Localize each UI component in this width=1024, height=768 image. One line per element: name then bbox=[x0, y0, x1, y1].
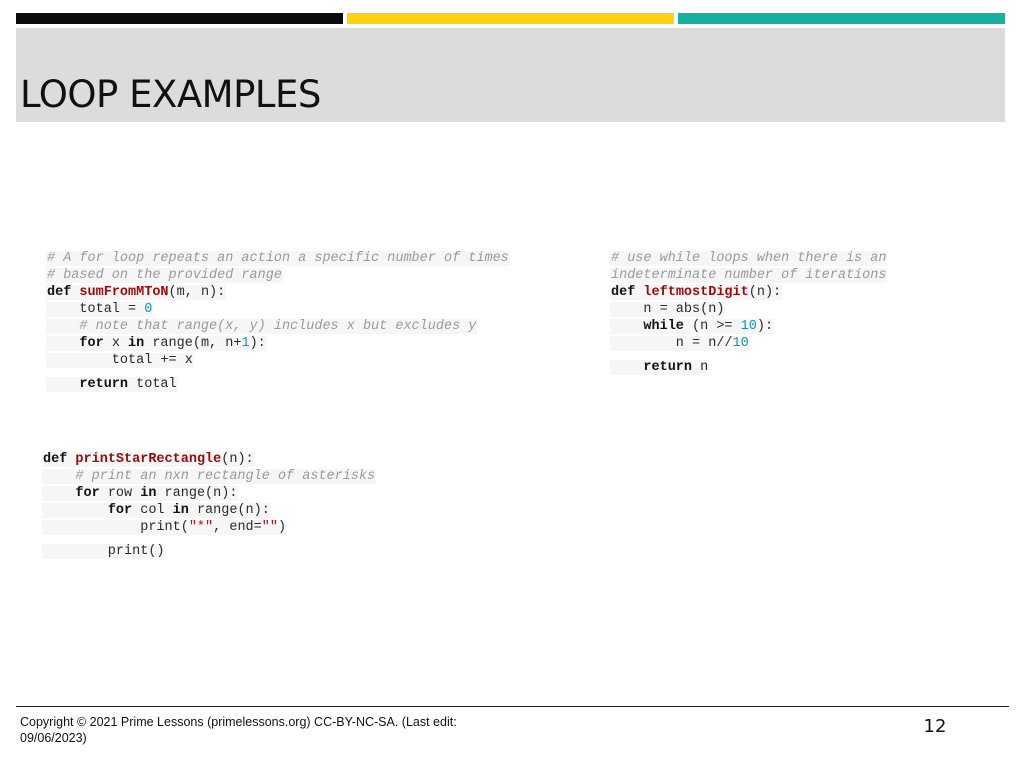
code-token: def bbox=[611, 285, 636, 300]
code-token: for bbox=[107, 503, 133, 518]
code-token: leftmostDigit bbox=[643, 285, 749, 300]
code-token: for bbox=[79, 336, 104, 351]
code-line: return total bbox=[46, 376, 510, 393]
code-token: , end= bbox=[213, 520, 262, 535]
code-token: ): bbox=[249, 336, 266, 351]
code-token: ): bbox=[756, 319, 774, 334]
code-line: # based on the provided range bbox=[46, 267, 510, 284]
title-band: LOOP EXAMPLES bbox=[16, 28, 1005, 122]
code-token: def bbox=[47, 285, 72, 300]
code-token: while bbox=[643, 319, 684, 334]
code-token: 0 bbox=[144, 302, 153, 317]
code-token: 10 bbox=[732, 336, 749, 351]
code-token: sumFromMToN bbox=[79, 285, 169, 300]
code-token: # A for loop repeats an action a specifi… bbox=[47, 251, 509, 266]
code-token: # based on the provided range bbox=[47, 268, 282, 283]
code-line: for row in range(n): bbox=[42, 485, 376, 502]
code-line: while (n >= 10): bbox=[610, 318, 887, 335]
code-token: total = bbox=[47, 302, 145, 317]
code-token: print() bbox=[43, 544, 165, 559]
code-token: range(n): bbox=[188, 503, 270, 518]
code-line: def sumFromMToN(m, n): bbox=[46, 284, 510, 301]
accent-bar-black bbox=[16, 13, 343, 24]
code-block-star-rectangle: def printStarRectangle(n): # print an nx… bbox=[42, 451, 377, 560]
slide-title: LOOP EXAMPLES bbox=[20, 73, 321, 116]
code-line: print("*", end="") bbox=[42, 519, 376, 536]
code-line: n = abs(n) bbox=[610, 301, 887, 318]
code-token: x bbox=[103, 336, 129, 351]
code-token: (n >= bbox=[683, 319, 741, 334]
code-line: total += x bbox=[46, 352, 510, 369]
code-line: for x in range(m, n+1): bbox=[46, 335, 510, 352]
code-token: total += x bbox=[47, 353, 193, 368]
code-line: # note that range(x, y) includes x but e… bbox=[46, 318, 510, 335]
code-token: # note that range(x, y) includes x but e… bbox=[79, 319, 477, 334]
code-token: # print an nxn rectangle of asterisks bbox=[75, 469, 376, 484]
code-line: n = n//10 bbox=[610, 335, 887, 352]
code-line: for col in range(n): bbox=[42, 502, 376, 519]
code-token: in bbox=[140, 486, 157, 501]
code-token: for bbox=[75, 486, 100, 501]
footer-divider bbox=[16, 706, 1009, 707]
code-token: "" bbox=[261, 520, 278, 535]
code-token: indeterminate number of iterations bbox=[611, 268, 887, 283]
code-token: return bbox=[79, 377, 129, 392]
code-token: range(m, n+ bbox=[144, 336, 242, 351]
code-token: 10 bbox=[740, 319, 757, 334]
accent-bar-teal bbox=[678, 13, 1005, 24]
code-block-while-loop: # use while loops when there is an indete… bbox=[610, 250, 888, 376]
code-token: in bbox=[172, 503, 189, 518]
code-token: "*" bbox=[188, 520, 214, 535]
code-line: total = 0 bbox=[46, 301, 510, 318]
code-token: (n): bbox=[748, 285, 782, 300]
code-token: n = n// bbox=[611, 336, 733, 351]
code-token: print( bbox=[43, 520, 189, 535]
accent-bar-yellow bbox=[347, 13, 674, 24]
code-token: ) bbox=[277, 520, 287, 535]
code-token: printStarRectangle bbox=[75, 452, 222, 467]
code-token: (n): bbox=[221, 452, 254, 467]
code-line: def printStarRectangle(n): bbox=[42, 451, 376, 468]
code-token: def bbox=[43, 452, 68, 467]
code-token: range(n): bbox=[156, 486, 238, 501]
code-line: indeterminate number of iterations bbox=[610, 267, 888, 284]
code-token: row bbox=[99, 486, 141, 501]
code-line: def leftmostDigit(n): bbox=[610, 284, 887, 301]
code-token: # use while loops when there is an bbox=[611, 251, 887, 266]
code-line: # print an nxn rectangle of asterisks bbox=[42, 468, 377, 485]
code-token: n = abs(n) bbox=[611, 302, 725, 317]
code-token: total bbox=[128, 377, 177, 392]
page-number: 12 bbox=[923, 716, 947, 737]
code-token: col bbox=[132, 503, 173, 518]
code-token: in bbox=[128, 336, 145, 351]
code-token: 1 bbox=[241, 336, 250, 351]
code-token: n bbox=[692, 360, 709, 375]
code-line: # use while loops when there is an bbox=[610, 250, 888, 267]
code-token: (m, n): bbox=[168, 285, 226, 300]
copyright-notice: Copyright © 2021 Prime Lessons (primeles… bbox=[20, 715, 457, 745]
code-token: return bbox=[643, 360, 693, 375]
code-line: print() bbox=[42, 543, 376, 560]
code-block-for-loop: # A for loop repeats an action a specifi… bbox=[46, 250, 510, 393]
code-line: return n bbox=[610, 359, 887, 376]
code-line: # A for loop repeats an action a specifi… bbox=[46, 250, 510, 267]
